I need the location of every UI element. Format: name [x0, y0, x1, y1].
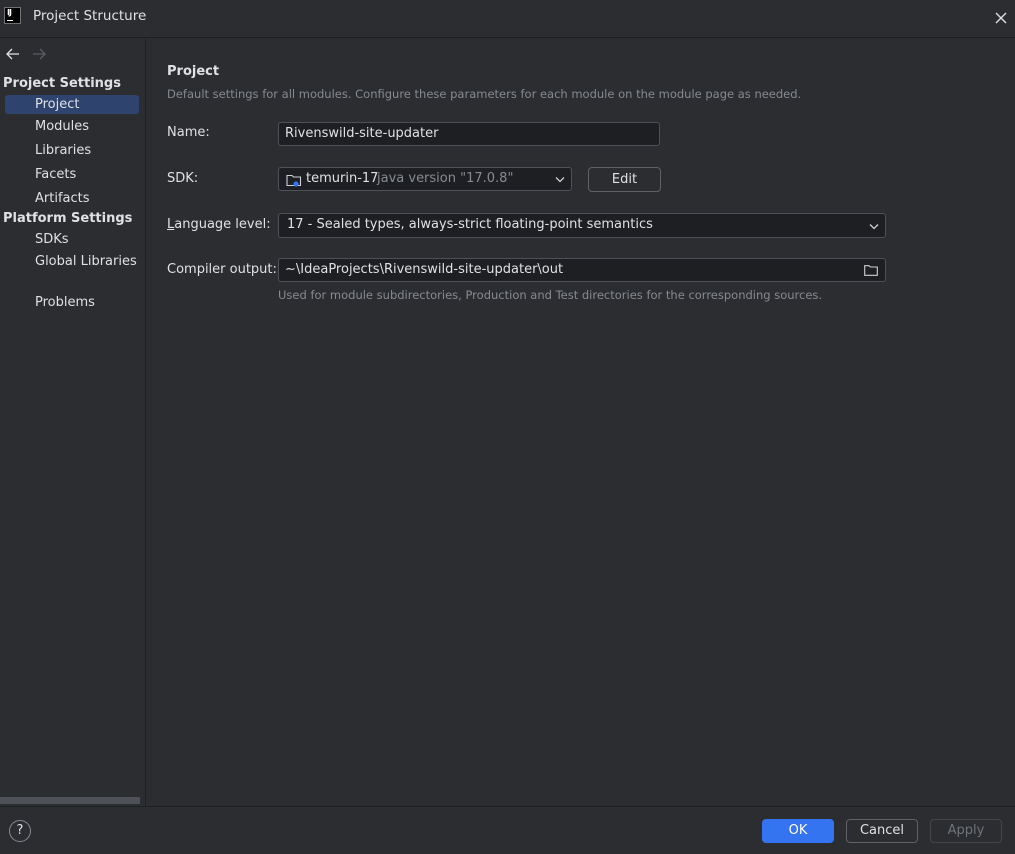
folder-icon[interactable]: [864, 264, 878, 276]
compiler-output-field[interactable]: ~\IdeaProjects\Rivenswild-site-updater\o…: [278, 258, 886, 282]
page-description: Default settings for all modules. Config…: [167, 87, 802, 101]
page-title: Project: [167, 64, 220, 79]
cancel-button[interactable]: Cancel: [846, 819, 918, 843]
apply-button[interactable]: Apply: [930, 819, 1002, 843]
sidebar: Project Settings Project Modules Librari…: [0, 39, 146, 806]
sdk-version: java version "17.0.8": [377, 171, 514, 186]
ok-button[interactable]: OK: [762, 819, 834, 843]
sidebar-item-project[interactable]: Project: [5, 95, 139, 114]
chevron-down-icon: [869, 224, 879, 230]
back-arrow-icon[interactable]: [5, 47, 21, 61]
app-logo-icon: IJ: [4, 7, 21, 24]
sidebar-item-modules[interactable]: Modules: [5, 117, 139, 136]
sdk-folder-icon: [286, 174, 302, 187]
sdk-label: SDK:: [167, 171, 199, 186]
title-bar: IJ Project Structure: [0, 0, 1015, 38]
compiler-output-hint: Used for module subdirectories, Producti…: [278, 288, 823, 302]
sidebar-item-sdks[interactable]: SDKs: [5, 230, 139, 249]
help-icon[interactable]: ?: [9, 820, 31, 842]
sidebar-scrollbar[interactable]: [0, 797, 140, 804]
name-label: Name:: [167, 125, 210, 140]
app-logo-text: IJ: [7, 8, 12, 17]
sidebar-item-global-libraries[interactable]: Global Libraries: [5, 252, 139, 271]
forward-arrow-icon[interactable]: [31, 47, 47, 61]
platform-settings-header: Platform Settings: [3, 211, 133, 226]
sdk-dropdown[interactable]: temurin-17 java version "17.0.8": [278, 167, 572, 191]
chevron-down-icon: [555, 177, 565, 183]
sdk-name: temurin-17: [306, 171, 379, 186]
main-panel: Project Default settings for all modules…: [147, 39, 1015, 806]
language-level-label-text: anguage level:: [174, 217, 271, 232]
sidebar-item-problems[interactable]: Problems: [5, 293, 139, 312]
window-title: Project Structure: [33, 8, 147, 24]
sidebar-item-libraries[interactable]: Libraries: [5, 141, 139, 160]
dialog-footer: ? OK Cancel Apply: [0, 806, 1015, 854]
close-icon[interactable]: [992, 9, 1010, 27]
language-level-dropdown[interactable]: 17 - Sealed types, always-strict floatin…: [278, 213, 886, 238]
project-settings-header: Project Settings: [3, 76, 121, 91]
sdk-edit-button[interactable]: Edit: [588, 167, 661, 192]
language-level-label: Language level:: [167, 217, 271, 232]
sidebar-item-facets[interactable]: Facets: [5, 165, 139, 184]
compiler-output-label: Compiler output:: [167, 262, 277, 277]
sidebar-item-artifacts[interactable]: Artifacts: [5, 189, 139, 208]
compiler-output-value: ~\IdeaProjects\Rivenswild-site-updater\o…: [285, 262, 564, 277]
name-field[interactable]: Rivenswild-site-updater: [278, 122, 660, 146]
language-level-value: 17 - Sealed types, always-strict floatin…: [287, 217, 653, 232]
